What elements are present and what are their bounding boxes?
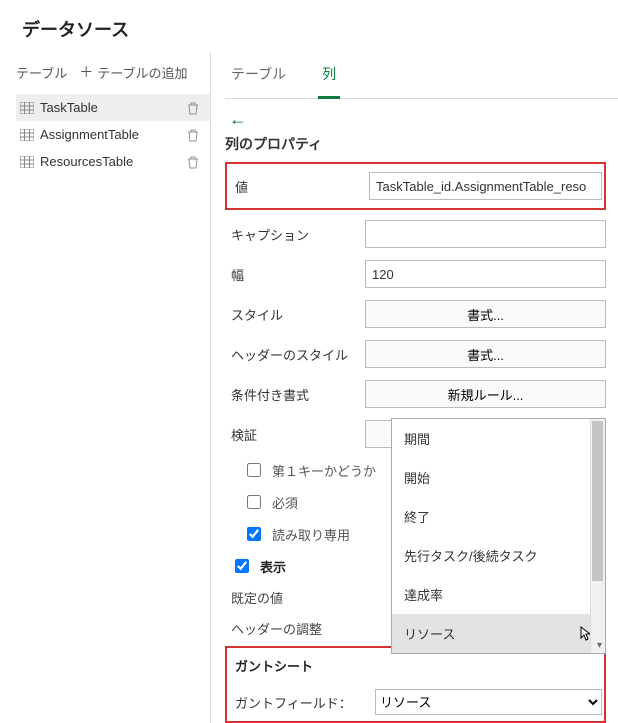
right-tabs: テーブル 列 bbox=[225, 60, 618, 98]
header-style-label: ヘッダーのスタイル bbox=[225, 345, 365, 364]
cond-format-button[interactable]: 新規ルール... bbox=[365, 380, 606, 408]
table-icon bbox=[20, 129, 34, 141]
gantt-field-label: ガントフィールド： bbox=[235, 693, 375, 712]
dropdown-option-duration[interactable]: 期間 bbox=[392, 419, 605, 458]
value-label: 値 bbox=[229, 177, 369, 196]
table-icon bbox=[20, 156, 34, 168]
tables-tab-label: テーブル bbox=[16, 63, 67, 82]
highlight-value-row: 値 bbox=[225, 162, 606, 210]
table-icon bbox=[20, 102, 34, 114]
validation-label: 検証 bbox=[225, 425, 365, 444]
width-input[interactable] bbox=[365, 260, 606, 288]
page-title: データソース bbox=[22, 16, 596, 42]
dropdown-option-predecessors[interactable]: 先行タスク/後続タスク bbox=[392, 536, 605, 575]
primary-key-label: 第１キーかどうか bbox=[272, 461, 376, 480]
tab-table[interactable]: テーブル bbox=[227, 60, 290, 98]
cond-format-label: 条件付き書式 bbox=[225, 385, 365, 404]
width-label: 幅 bbox=[225, 265, 365, 284]
table-name: AssignmentTable bbox=[40, 127, 139, 142]
required-checkbox[interactable] bbox=[247, 495, 261, 509]
table-name: ResourcesTable bbox=[40, 154, 133, 169]
left-panel: テーブル ＋ テーブルの追加 TaskTable AssignmentTable bbox=[0, 52, 210, 723]
table-item-assignmenttable[interactable]: AssignmentTable bbox=[16, 121, 210, 148]
readonly-checkbox[interactable] bbox=[247, 527, 261, 541]
style-button[interactable]: 書式... bbox=[365, 300, 606, 328]
caption-input[interactable] bbox=[365, 220, 606, 248]
required-label: 必須 bbox=[272, 493, 298, 512]
dropdown-option-finish[interactable]: 終了 bbox=[392, 497, 605, 536]
table-name: TaskTable bbox=[40, 100, 98, 115]
primary-key-checkbox[interactable] bbox=[247, 463, 261, 477]
table-list: TaskTable AssignmentTable ResourcesTable bbox=[16, 94, 210, 175]
trash-icon[interactable] bbox=[186, 128, 200, 142]
chevron-down-icon[interactable]: ▾ bbox=[597, 640, 602, 651]
dropdown-scrollbar[interactable]: ▾ bbox=[590, 419, 605, 653]
right-panel: テーブル 列 ← 列のプロパティ 値 キャプション 幅 スタイル bbox=[210, 52, 618, 723]
trash-icon[interactable] bbox=[186, 101, 200, 115]
visible-label: 表示 bbox=[260, 557, 286, 576]
gantt-field-select[interactable]: リソース bbox=[375, 689, 602, 715]
value-input[interactable] bbox=[369, 172, 602, 200]
highlight-gantt-section: ガントシート ガントフィールド： リソース bbox=[225, 646, 606, 723]
scrollbar-thumb[interactable] bbox=[592, 421, 603, 581]
add-table-label: テーブルの追加 bbox=[97, 63, 187, 82]
dropdown-option-resource[interactable]: リソース bbox=[392, 614, 605, 653]
back-arrow-icon[interactable]: ← bbox=[225, 107, 251, 132]
dropdown-option-start[interactable]: 開始 bbox=[392, 458, 605, 497]
dropdown-option-progress[interactable]: 達成率 bbox=[392, 575, 605, 614]
tab-column[interactable]: 列 bbox=[318, 60, 340, 99]
section-title: 列のプロパティ bbox=[225, 134, 618, 154]
readonly-label: 読み取り専用 bbox=[272, 525, 350, 544]
style-label: スタイル bbox=[225, 305, 365, 324]
plus-icon: ＋ bbox=[79, 62, 93, 82]
table-item-tasktable[interactable]: TaskTable bbox=[16, 94, 210, 121]
page-header: データソース bbox=[0, 0, 618, 52]
header-style-button[interactable]: 書式... bbox=[365, 340, 606, 368]
caption-label: キャプション bbox=[225, 225, 365, 244]
gantt-field-dropdown[interactable]: 期間 開始 終了 先行タスク/後続タスク 達成率 リソース ▾ bbox=[391, 418, 606, 654]
table-item-resourcestable[interactable]: ResourcesTable bbox=[16, 148, 210, 175]
trash-icon[interactable] bbox=[186, 155, 200, 169]
gantt-sheet-label: ガントシート bbox=[229, 650, 602, 681]
add-table-button[interactable]: ＋ テーブルの追加 bbox=[79, 62, 187, 82]
visible-checkbox[interactable] bbox=[235, 559, 249, 573]
